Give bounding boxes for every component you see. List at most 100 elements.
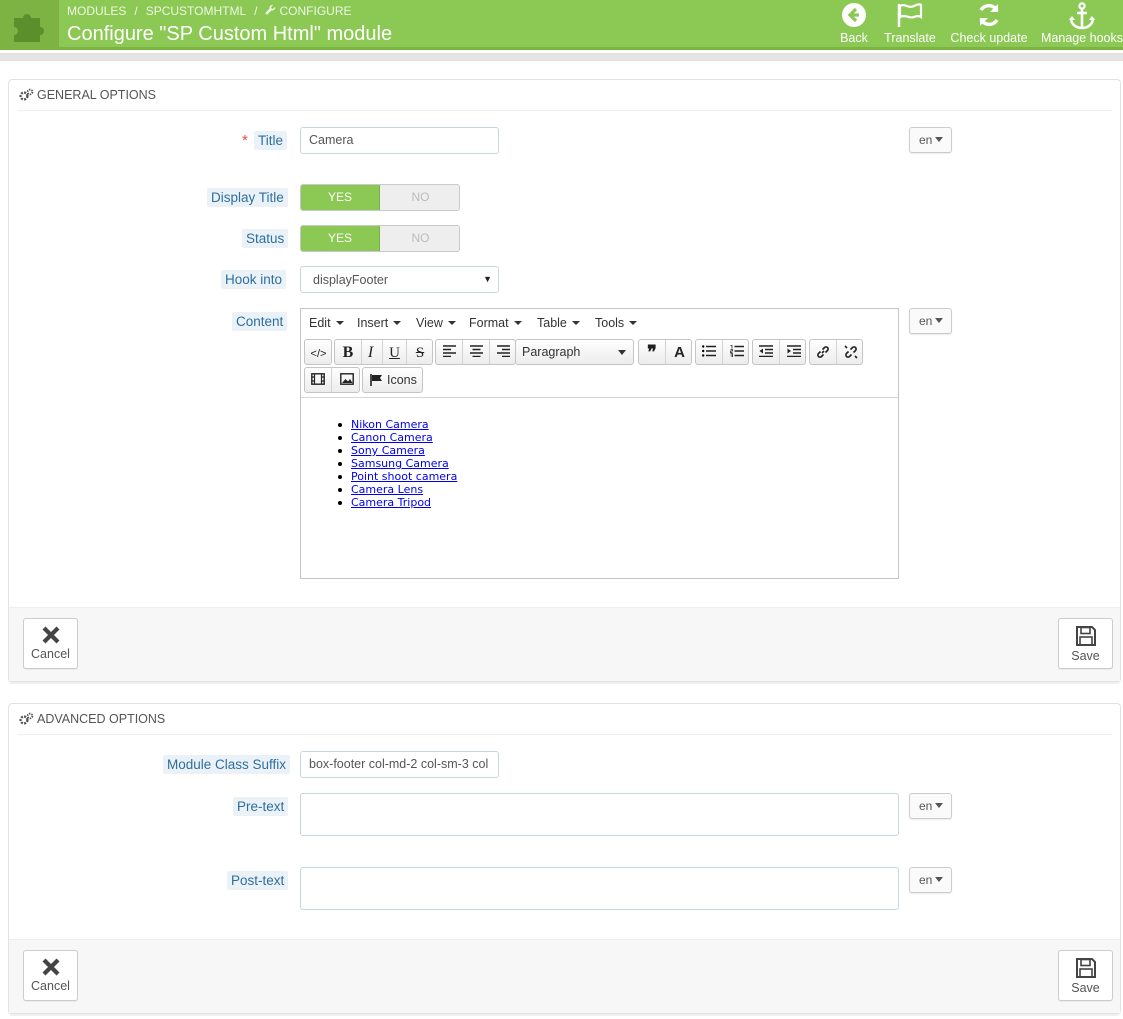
list-link[interactable]: Samsung Camera: [351, 457, 449, 470]
list-link[interactable]: Canon Camera: [351, 431, 433, 444]
back-button[interactable]: Back: [838, 2, 870, 46]
save-button[interactable]: Save: [1058, 618, 1113, 669]
numbered-list-button[interactable]: [723, 340, 750, 364]
list-link[interactable]: Camera Tripod: [351, 496, 431, 509]
save-button[interactable]: Save: [1058, 950, 1113, 1001]
caret-down-icon: [935, 877, 944, 882]
source-code-button[interactable]: </>: [305, 340, 332, 364]
module-class-suffix-input[interactable]: box-footer col-md-2 col-sm-3 col: [300, 751, 499, 778]
caret-down-icon: [513, 321, 522, 325]
close-icon: [42, 958, 59, 976]
list-link[interactable]: Sony Camera: [351, 444, 425, 457]
pre-text-language-dropdown[interactable]: en: [909, 793, 952, 819]
toolbar-group-code: </>: [304, 339, 332, 365]
translate-label: Translate: [884, 31, 936, 45]
advanced-options-panel: ADVANCED OPTIONS Module Class Suffix box…: [8, 703, 1121, 1014]
breadcrumb-module[interactable]: SPCUSTOMHTML: [146, 4, 246, 18]
underline-icon: U: [389, 345, 400, 361]
menu-edit-label: Edit: [309, 316, 331, 330]
text-color-button[interactable]: A: [666, 340, 693, 364]
hook-into-select[interactable]: displayFooter ▼: [300, 266, 499, 293]
display-title-yes[interactable]: YES: [301, 185, 380, 210]
caret-down-icon: [618, 350, 626, 355]
post-text-field[interactable]: [300, 867, 899, 910]
list-item: Camera Lens: [337, 483, 457, 496]
status-switch[interactable]: YES NO: [300, 225, 460, 252]
list-item: Samsung Camera: [337, 457, 457, 470]
title-language-dropdown[interactable]: en: [909, 127, 952, 153]
menu-tools[interactable]: Tools: [595, 316, 638, 330]
unlink-button[interactable]: [837, 340, 864, 364]
wrench-icon: [265, 4, 276, 18]
puzzle-icon: [14, 14, 44, 42]
general-options-panel: GENERAL OPTIONS * Title Camera en Displa…: [8, 79, 1121, 682]
translate-button[interactable]: Translate: [881, 2, 939, 46]
caret-down-icon: [447, 321, 456, 325]
italic-button[interactable]: I: [359, 340, 383, 364]
select-arrow-icon: ▼: [483, 274, 492, 284]
cancel-label: Cancel: [31, 979, 70, 993]
caret-down-icon: [935, 318, 944, 323]
menu-table[interactable]: Table: [537, 316, 580, 330]
required-marker: *: [242, 132, 248, 149]
editor-content-area[interactable]: Nikon Camera Canon Camera Sony Camera Sa…: [301, 397, 898, 578]
blockquote-button[interactable]: ❞: [639, 340, 666, 364]
advanced-options-footer: Cancel Save: [9, 939, 1120, 1013]
toolbar-group-lists: [695, 339, 749, 365]
list-link[interactable]: Point shoot camera: [351, 470, 457, 483]
pre-text-field[interactable]: [300, 793, 899, 836]
align-left-button[interactable]: [436, 340, 463, 364]
toolbar-group-align: [435, 339, 516, 365]
status-no[interactable]: NO: [381, 226, 459, 251]
manage-hooks-button[interactable]: Manage hooks: [1041, 2, 1123, 46]
align-right-button[interactable]: [490, 340, 517, 364]
module-class-suffix-label: Module Class Suffix: [163, 755, 291, 774]
editor-menubar: Edit Insert View Format Table Tools: [301, 309, 898, 337]
indent-button[interactable]: [780, 340, 807, 364]
status-yes[interactable]: YES: [301, 226, 380, 251]
list-link[interactable]: Nikon Camera: [351, 418, 429, 431]
post-text-label: Post-text: [227, 871, 289, 890]
insert-image-button[interactable]: [333, 368, 360, 392]
breadcrumb-modules[interactable]: MODULES: [67, 4, 126, 18]
list-link[interactable]: Camera Lens: [351, 483, 423, 496]
toolbar-group-quote: ❞ A: [638, 339, 692, 365]
check-update-button[interactable]: Check update: [949, 2, 1029, 46]
bold-button[interactable]: B: [335, 340, 362, 364]
outdent-button[interactable]: [753, 340, 780, 364]
insert-video-button[interactable]: [305, 368, 332, 392]
indent-icon: [786, 345, 801, 358]
bullet-list-button[interactable]: [696, 340, 723, 364]
format-select[interactable]: Paragraph: [515, 339, 634, 365]
menu-insert-label: Insert: [357, 316, 389, 330]
close-icon: [42, 626, 59, 644]
menu-view[interactable]: View: [416, 316, 456, 330]
unlink-icon: [843, 345, 858, 359]
content-language-dropdown[interactable]: en: [909, 308, 952, 334]
breadcrumb: MODULES / SPCUSTOMHTML / CONFIGURE: [67, 4, 352, 18]
display-title-switch[interactable]: YES NO: [300, 184, 460, 211]
menu-table-label: Table: [537, 316, 567, 330]
underline-button[interactable]: U: [383, 340, 407, 364]
align-center-button[interactable]: [463, 340, 490, 364]
display-title-no[interactable]: NO: [381, 185, 459, 210]
menu-edit[interactable]: Edit: [309, 316, 344, 330]
text-color-icon: A: [674, 344, 685, 361]
strikethrough-button[interactable]: S: [407, 340, 433, 364]
flag-icon: [370, 374, 383, 389]
camera-link-list: Nikon Camera Canon Camera Sony Camera Sa…: [337, 418, 457, 509]
insert-link-button[interactable]: [810, 340, 837, 364]
icons-button[interactable]: Icons: [362, 367, 423, 393]
title-language-label: en: [919, 133, 933, 147]
cancel-button[interactable]: Cancel: [23, 950, 78, 1001]
list-item: Sony Camera: [337, 444, 457, 457]
hook-into-value: displayFooter: [313, 273, 389, 287]
post-text-language-dropdown[interactable]: en: [909, 867, 952, 893]
menu-format[interactable]: Format: [469, 316, 522, 330]
code-icon: </>: [310, 348, 327, 360]
general-options-title: GENERAL OPTIONS: [37, 88, 157, 102]
title-input[interactable]: Camera: [300, 127, 499, 154]
menu-insert[interactable]: Insert: [357, 316, 402, 330]
cancel-button[interactable]: Cancel: [23, 618, 78, 669]
advanced-options-title: ADVANCED OPTIONS: [37, 712, 166, 726]
